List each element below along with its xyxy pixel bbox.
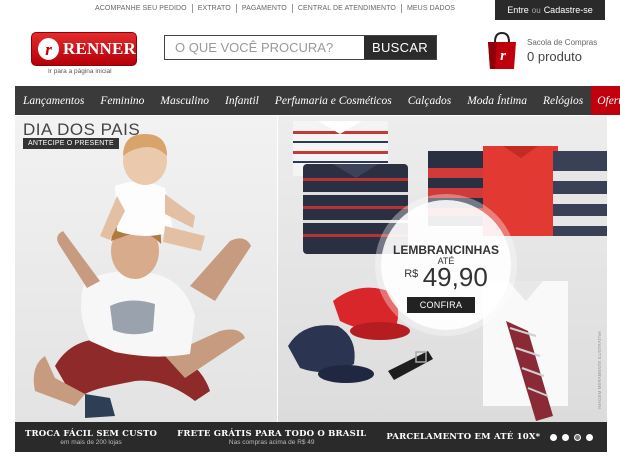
benefit-subtitle: Nas compras acima de R$ 49	[228, 438, 315, 446]
benefit-free-exchange[interactable]: TROCA FÁCIL SEM CUSTO em mais de 200 loj…	[15, 429, 167, 446]
link-statement[interactable]: Extrato	[193, 5, 236, 12]
promo-subtitle: ANTECIPE O PRESENTE	[23, 138, 119, 149]
nav-item-feminino[interactable]: Feminino	[92, 86, 152, 115]
benefits-bar: TROCA FÁCIL SEM CUSTO em mais de 200 loj…	[15, 422, 607, 452]
nav-item-relogios[interactable]: Relógios	[535, 86, 591, 115]
login-link[interactable]: Entre	[507, 5, 529, 15]
link-my-data[interactable]: Meus dados	[402, 5, 460, 12]
nav-item-calcados[interactable]: Calçados	[400, 86, 459, 115]
benefit-title: TROCA FÁCIL SEM CUSTO	[25, 428, 158, 439]
nav-item-ofertas[interactable]: Ofertas	[591, 86, 620, 115]
promo-title: DIA DOS PAIS	[23, 120, 141, 139]
search-button[interactable]: BUSCAR	[364, 36, 436, 59]
benefit-subtitle: em mais de 200 lojas	[60, 438, 122, 446]
carousel-dot[interactable]	[550, 433, 558, 441]
carousel-dots	[550, 433, 594, 441]
confira-button[interactable]: CONFIRA	[407, 297, 475, 313]
benefit-free-shipping[interactable]: FRETE GRÁTIS PARA TODO O BRASIL Nas comp…	[167, 429, 376, 446]
renner-logo[interactable]: r RENNER	[31, 32, 137, 66]
deal-title: LEMBRANCINHAS	[393, 243, 499, 257]
cart-count[interactable]: 0 produto	[527, 49, 582, 64]
login-or-text: ou	[531, 5, 541, 15]
deal-price-value: 49,90	[422, 262, 488, 292]
father-son-photo-image	[33, 134, 251, 418]
logo-text: RENNER	[63, 39, 136, 58]
benefit-title: PARCELAMENTO EM ATÉ 10X*	[386, 432, 541, 442]
cart-label: Sacola de Compras	[527, 38, 598, 47]
nav-item-lancamentos[interactable]: Lançamentos	[15, 86, 92, 115]
deal-price: R$ 49,90	[387, 262, 505, 293]
promo-panel-dia-dos-pais[interactable]: DIA DOS PAIS ANTECIPE O PRESENTE	[15, 116, 277, 422]
link-customer-service[interactable]: Central de Atendimento	[293, 5, 401, 12]
main-nav: Lançamentos Feminino Masculino Infantil …	[15, 86, 620, 115]
benefit-title: FRETE GRÁTIS PARA TODO O BRASIL	[177, 428, 367, 439]
svg-text:r: r	[500, 48, 506, 64]
shopping-bag-icon[interactable]: r	[485, 30, 519, 70]
link-track-order[interactable]: Acompanhe seu pedido	[90, 5, 192, 12]
logo-r-badge: r	[38, 38, 59, 60]
home-link[interactable]: Ir para a página inicial	[48, 68, 112, 75]
carousel-dot[interactable]	[562, 433, 570, 441]
carousel-dot-active[interactable]	[574, 433, 582, 441]
search-bar: BUSCAR	[164, 35, 437, 60]
deal-currency: R$	[404, 268, 419, 280]
nav-item-infantil[interactable]: Infantil	[217, 86, 267, 115]
register-link[interactable]: Cadastre-se	[544, 5, 593, 15]
search-input[interactable]	[165, 36, 364, 59]
benefit-installments[interactable]: PARCELAMENTO EM ATÉ 10X*	[376, 432, 550, 442]
carousel-dot[interactable]	[586, 433, 594, 441]
top-links: Acompanhe seu pedido Extrato Pagamento C…	[90, 2, 460, 14]
nav-item-moda-intima[interactable]: Moda Íntima	[459, 86, 535, 115]
hero-banner[interactable]: DIA DOS PAIS ANTECIPE O PRESENTE LEMBRAN…	[15, 116, 607, 422]
nav-item-perfumaria[interactable]: Perfumaria e Cosméticos	[267, 86, 400, 115]
login-register-box: Entre ou Cadastre-se	[495, 0, 605, 20]
image-disclaimer: IMAGEM MERAMENTE ILUSTRATIVA	[597, 331, 602, 409]
link-payment[interactable]: Pagamento	[237, 5, 292, 12]
nav-item-masculino[interactable]: Masculino	[152, 86, 217, 115]
